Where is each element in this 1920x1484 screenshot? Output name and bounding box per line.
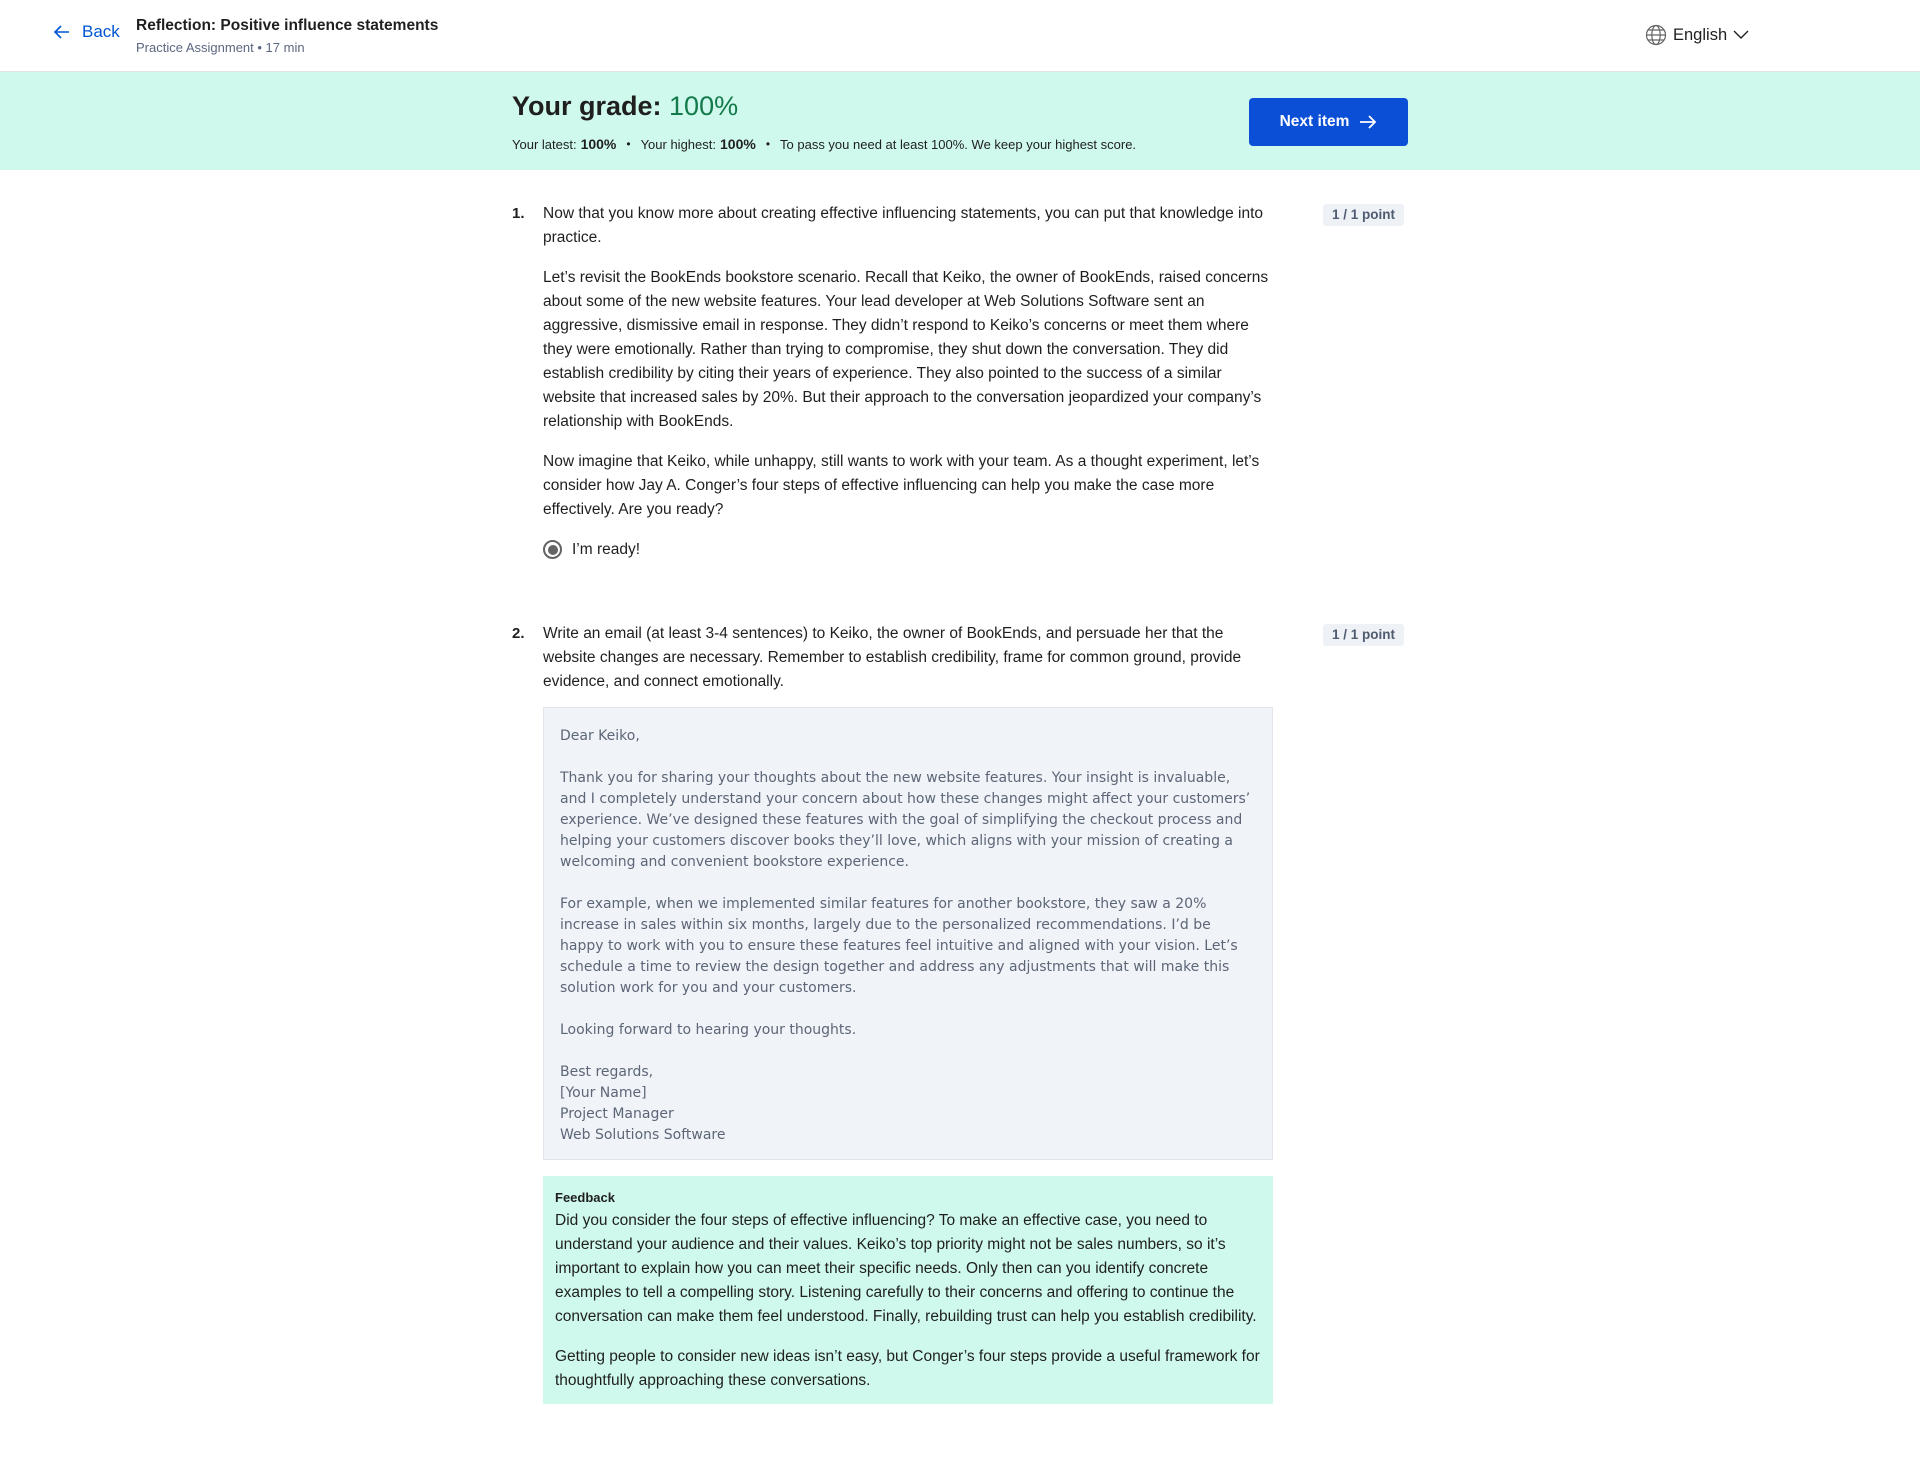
separator-dot: • [765,137,771,151]
next-item-button[interactable]: Next item [1249,98,1408,146]
arrow-right-icon [1360,115,1377,129]
item-subtitle: Practice Assignment • 17 min [136,40,305,55]
answer-greeting: Dear Keiko, [560,728,640,744]
answer-paragraph: For example, when we implemented similar… [560,896,1238,996]
signature-line: [Your Name] [560,1085,647,1101]
arrow-left-icon [53,25,69,39]
language-label: English [1673,25,1728,44]
grade-heading: Your grade: 100% [512,91,738,122]
pass-note: To pass you need at least 100%. We keep … [780,136,1137,152]
radio-selected-icon[interactable] [543,540,562,559]
back-button[interactable]: Back [52,22,120,42]
language-selector[interactable]: English [1645,24,1749,46]
question-paragraph: Let’s revisit the BookEnds bookstore sce… [543,269,1269,430]
top-bar: Back Reflection: Positive influence stat… [0,0,1920,72]
question-2-prompt: Write an email (at least 3-4 sentences) … [543,625,1242,690]
highest-value: 100% [720,136,756,152]
signature-line: Web Solutions Software [560,1127,726,1143]
globe-icon [1645,24,1667,46]
question-number: 1. [512,205,525,222]
option-im-ready[interactable]: I’m ready! [543,540,640,559]
item-title: Reflection: Positive influence statement… [136,17,439,34]
signature-line: Project Manager [560,1106,674,1122]
answer-paragraph: Thank you for sharing your thoughts abou… [560,770,1251,870]
item-title-block: Reflection: Positive influence statement… [136,17,438,55]
next-item-label: Next item [1279,113,1350,130]
highest-label: Your highest: [640,136,716,152]
question-number: 2. [512,625,525,642]
points-badge: 1 / 1 point [1323,204,1405,226]
grade-label: Your grade: [512,91,662,121]
feedback-paragraph: Did you consider the four steps of effec… [555,1212,1257,1325]
grade-value: 100% [669,91,739,121]
points-badge: 1 / 1 point [1323,624,1405,646]
separator-dot: • [626,137,631,151]
answer-paragraph: Looking forward to hearing your thoughts… [560,1022,857,1038]
signature-line: Best regards, [560,1064,654,1080]
back-label: Back [82,22,120,41]
question-paragraph: Now imagine that Keiko, while unhappy, s… [543,453,1260,518]
question-1-text: Now that you know more about creating ef… [543,202,1273,538]
latest-label: Your latest: [512,136,577,152]
feedback-heading: Feedback [555,1190,615,1205]
chevron-down-icon [1733,30,1749,39]
feedback-panel: Feedback Did you consider the four steps… [543,1176,1273,1404]
question-paragraph: Now that you know more about creating ef… [543,205,1264,246]
submitted-answer: Dear Keiko, Thank you for sharing your t… [543,707,1273,1160]
grade-details: Your latest: 100% • Your highest: 100% •… [512,136,1136,152]
latest-value: 100% [580,136,617,152]
feedback-paragraph: Getting people to consider new ideas isn… [555,1348,1260,1389]
answer-signature: Best regards, [Your Name] Project Manage… [560,1062,1256,1146]
option-label: I’m ready! [572,540,641,558]
grade-banner [0,72,1920,170]
